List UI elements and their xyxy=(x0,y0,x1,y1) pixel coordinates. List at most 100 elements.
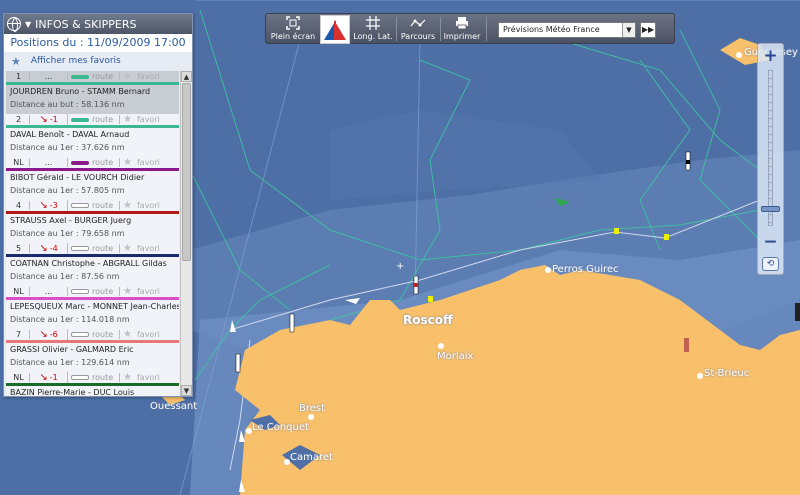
skipper-distance: Distance au 1er : 37.626 nm xyxy=(10,143,125,152)
star-icon: ★ xyxy=(123,114,132,125)
skipper-list[interactable]: 1... route ★ favori JOURDREN Bruno - STAMM B… xyxy=(6,71,179,396)
fullscreen-button[interactable]: Plein écran xyxy=(269,14,317,43)
panel-header[interactable]: ▼ INFOS & SKIPPERS xyxy=(4,14,192,34)
parcours-button[interactable]: Parcours xyxy=(399,14,437,43)
printer-icon xyxy=(443,14,481,32)
chevron-down-icon[interactable]: ▼ xyxy=(622,23,635,37)
rank-change: -6 xyxy=(49,330,58,339)
rank-change: -4 xyxy=(49,244,58,253)
route-swatch xyxy=(71,160,89,165)
scroll-thumb[interactable] xyxy=(182,83,191,261)
list-scrollbar[interactable]: ▲ ▼ xyxy=(180,71,192,396)
route-label: route xyxy=(92,201,114,210)
favorite-toggle[interactable]: ★ favori xyxy=(120,372,160,383)
route-toggle[interactable]: route xyxy=(68,373,120,382)
rank: 2 xyxy=(8,115,30,124)
rank-change: -1 xyxy=(49,373,58,382)
skipper-names: LEPESQUEUX Marc - MONNET Jean-Charles xyxy=(10,302,179,311)
skippers-panel: ▼ INFOS & SKIPPERS Positions du : 11/09/… xyxy=(3,13,193,397)
favorite-toggle[interactable]: ★ favori xyxy=(120,71,160,82)
favorite-label: favori xyxy=(136,158,160,167)
show-favorites-link[interactable]: ★ Afficher mes favoris xyxy=(4,52,192,70)
favorite-toggle[interactable]: ★ favori xyxy=(120,157,160,168)
skipper-names: STRAUSS Axel - BURGER Juerg xyxy=(10,216,132,225)
skipper-entry[interactable]: 5 ↘ -4 route ★ favori COATNAN Christophe - ABG… xyxy=(6,243,179,286)
scroll-down-icon[interactable]: ▼ xyxy=(181,385,192,396)
skipper-entry[interactable]: 7 ↘ -6 route ★ favori GRASSI Olivier - GALMARD… xyxy=(6,329,179,372)
skipper-distance: Distance au 1er : 87.56 nm xyxy=(10,272,120,281)
skipper-distance: Distance au 1er : 114.018 nm xyxy=(10,315,130,324)
route-toggle[interactable]: route xyxy=(68,72,120,81)
route-label: route xyxy=(92,244,114,253)
place-ouessant: Ouessant xyxy=(150,401,198,412)
rank: 4 xyxy=(8,201,30,210)
favorite-toggle[interactable]: ★ favori xyxy=(120,243,160,254)
favorite-toggle[interactable]: ★ favori xyxy=(120,329,160,340)
trend: ↘ -6 xyxy=(30,329,68,340)
favorite-toggle[interactable]: ★ favori xyxy=(120,114,160,125)
longlat-button[interactable]: Long. Lat. xyxy=(353,14,393,43)
rank-change: ... xyxy=(44,287,53,296)
entry-controls: 2 ↘ -1 route ★ favori xyxy=(6,114,179,128)
entry-controls: NL... route ★ favori xyxy=(6,157,179,171)
reset-view-button[interactable]: ⟲ xyxy=(762,257,779,271)
trend: ... xyxy=(30,287,68,296)
route-toggle[interactable]: route xyxy=(68,330,120,339)
skipper-entry[interactable]: NL... route ★ favori LEPESQUEUX Marc - MONNE… xyxy=(6,286,179,329)
place-st-brieuc: St-Brieuc xyxy=(704,368,750,379)
caret-down-icon[interactable]: ▼ xyxy=(25,20,31,29)
skipper-distance: Distance au 1er : 57.805 nm xyxy=(10,186,125,195)
rank-change: ... xyxy=(44,72,53,81)
route-toggle[interactable]: route xyxy=(68,158,120,167)
route-toggle[interactable]: route xyxy=(68,244,120,253)
place-dot xyxy=(438,343,444,349)
trend-down-icon: ↘ xyxy=(39,243,48,254)
favorite-toggle[interactable]: ★ favori xyxy=(120,286,160,297)
rank-change: -1 xyxy=(49,115,58,124)
route-toggle[interactable]: route xyxy=(68,115,120,124)
favorite-label: favori xyxy=(136,244,160,253)
trend: ↘ -1 xyxy=(30,372,68,383)
star-icon: ★ xyxy=(123,329,132,340)
print-button[interactable]: Imprimer xyxy=(443,14,481,43)
skipper-entry[interactable]: 1... route ★ favori JOURDREN Bruno - STAMM B… xyxy=(6,71,179,114)
forecast-select-value: Prévisions Météo France xyxy=(503,25,600,34)
favorite-label: favori xyxy=(136,373,160,382)
star-icon: ★ xyxy=(123,200,132,211)
print-label: Imprimer xyxy=(443,32,481,41)
entry-controls: 5 ↘ -4 route ★ favori xyxy=(6,243,179,257)
svg-text:+: + xyxy=(396,261,404,272)
scroll-up-icon[interactable]: ▲ xyxy=(181,71,192,82)
zoom-out-button[interactable]: − xyxy=(758,232,783,252)
route-toggle[interactable]: route xyxy=(68,201,120,210)
skipper-distance: Distance au 1er : 79.658 nm xyxy=(10,229,125,238)
zoom-in-button[interactable]: + xyxy=(758,46,783,66)
skipper-entry[interactable]: NL ↘ -1 route ★ favori BAZIN Pierre-Marie - DU… xyxy=(6,372,179,396)
rank: 5 xyxy=(8,244,30,253)
route-label: route xyxy=(92,287,114,296)
rank: NL xyxy=(8,373,30,382)
forecast-select[interactable]: Prévisions Météo France ▼ xyxy=(498,22,636,38)
route-swatch xyxy=(71,375,89,380)
rank: NL xyxy=(8,287,30,296)
place-roscoff: Roscoff xyxy=(403,313,453,327)
forward-button[interactable]: ▶▶ xyxy=(640,22,656,38)
entry-controls: NL ↘ -1 route ★ favori xyxy=(6,372,179,386)
show-favorites-label: Afficher mes favoris xyxy=(30,56,121,66)
grid-icon xyxy=(353,14,393,32)
skipper-names: GRASSI Olivier - GALMARD Eric xyxy=(10,345,134,354)
skipper-names: BAZIN Pierre-Marie - DUC Louis xyxy=(10,388,135,396)
skipper-entry[interactable]: 2 ↘ -1 route ★ favori DAVAL Benoît - DAVAL Arn… xyxy=(6,114,179,157)
zoom-slider[interactable] xyxy=(768,70,773,226)
route-label: route xyxy=(92,115,114,124)
favorite-toggle[interactable]: ★ favori xyxy=(120,200,160,211)
rank: NL xyxy=(8,158,30,167)
skipper-entry[interactable]: NL... route ★ favori BIBOT Gérald - LE VOURC… xyxy=(6,157,179,200)
skipper-distance: Distance au 1er : 129.614 nm xyxy=(10,358,130,367)
zoom-slider-handle[interactable] xyxy=(761,206,780,212)
trend-down-icon: ↘ xyxy=(39,372,48,383)
route-toggle[interactable]: route xyxy=(68,287,120,296)
skipper-names: DAVAL Benoît - DAVAL Arnaud xyxy=(10,130,130,139)
place-dot xyxy=(308,414,314,420)
skipper-entry[interactable]: 4 ↘ -3 route ★ favori STRAUSS Axel - BURGER Ju… xyxy=(6,200,179,243)
